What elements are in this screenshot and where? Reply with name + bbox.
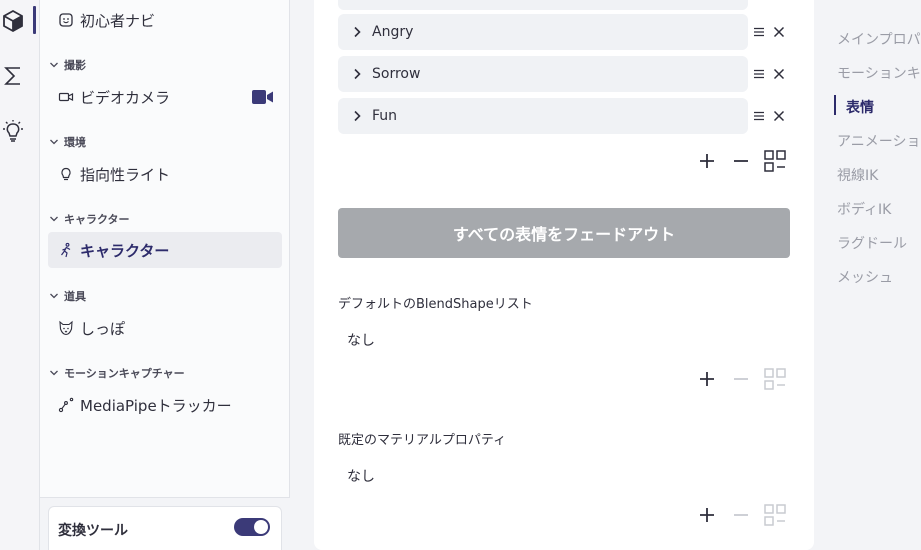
expression-name: Fun [372,108,398,124]
plus-icon [700,154,714,168]
person-running-icon [58,242,74,258]
tree-item-camera[interactable]: ビデオカメラ [48,79,282,115]
chevron-right-icon [354,26,361,38]
lightbulb-icon [58,166,74,182]
transform-tool-label: 変換ツール [58,523,128,539]
toc-item-expression[interactable]: 表情 [846,97,874,117]
group-shooting[interactable]: 撮影 [48,57,86,73]
group-mocap[interactable]: モーションキャプチャー [48,365,185,381]
chevron-down-icon [50,293,58,299]
tree-item-label: MediaPipeトラッカー [80,396,232,415]
drag-handle-icon[interactable] [751,24,767,40]
toc-active-indicator [834,95,836,115]
remove-material-button[interactable] [729,503,753,527]
cube-icon[interactable] [0,8,26,34]
tracker-nodes-icon [58,397,74,413]
group-label: 環境 [64,136,86,149]
grid-view-button[interactable] [763,149,787,173]
activity-rail [0,0,40,550]
toggle-knob [254,520,268,534]
camera-active-icon[interactable] [252,89,274,109]
tree-item-character[interactable]: キャラクター [48,232,282,268]
tree-item-label: 指向性ライト [80,165,171,184]
plus-icon [700,372,714,386]
toc-item-mesh[interactable]: メッシュ [837,267,893,287]
group-environment[interactable]: 環境 [48,134,86,150]
expression-row-partial[interactable] [338,0,748,10]
chevron-down-icon [50,216,58,222]
transform-tool-card: 変換ツール [48,506,282,550]
scene-tree: 初心者ナビ 撮影 ビデオカメラ 環境 指向性ライト キャラクター キャラクター [40,0,290,550]
expression-card: Angry Sorrow Fun すべての表情をフェードアウト デフォルトのBl… [314,0,814,550]
tree-item-label: 初心者ナビ [80,11,156,30]
group-character[interactable]: キャラクター [48,211,130,227]
transform-tool-toggle[interactable] [234,518,270,536]
grid-icon [764,150,786,172]
group-label: モーションキャプチャー [64,367,185,380]
tree-item-label: キャラクター [80,241,170,260]
minus-icon [734,160,748,162]
add-expression-button[interactable] [695,149,719,173]
expression-name: Sorrow [372,66,421,82]
blendshape-grid-button[interactable] [763,367,787,391]
toc-item-gaze-ik[interactable]: 視線IK [837,165,878,185]
group-props[interactable]: 道具 [48,288,86,304]
plus-icon [700,508,714,522]
animal-face-icon [58,320,74,336]
chevron-right-icon [354,110,361,122]
fade-out-all-expressions-button[interactable]: すべての表情をフェードアウト [338,208,790,258]
video-camera-icon [58,89,74,105]
chevron-right-icon [354,68,361,80]
minus-icon [734,514,748,516]
close-icon[interactable] [771,66,787,82]
drag-handle-icon[interactable] [751,66,767,82]
material-property-value: なし [347,469,375,485]
material-grid-button[interactable] [763,503,787,527]
chevron-down-icon [50,370,58,376]
group-label: 道具 [64,290,86,303]
toc-item-main-properties[interactable]: メインプロパティ [837,29,921,49]
toc-item-animation[interactable]: アニメーション [837,131,921,151]
tree-item-light[interactable]: 指向性ライト [48,156,282,192]
lightbulb-icon[interactable] [0,118,26,144]
remove-blendshape-button[interactable] [729,367,753,391]
add-material-button[interactable] [695,503,719,527]
tree-item-mediapipe[interactable]: MediaPipeトラッカー [48,387,282,423]
expression-name: Angry [372,24,414,40]
close-icon[interactable] [771,108,787,124]
expression-row-sorrow[interactable]: Sorrow [338,56,748,92]
chevron-down-icon [50,62,58,68]
expression-row-angry[interactable]: Angry [338,14,748,50]
tree-item-navi[interactable]: 初心者ナビ [48,2,282,38]
group-label: 撮影 [64,59,86,72]
group-label: キャラクター [64,213,130,226]
properties-panel: Angry Sorrow Fun すべての表情をフェードアウト デフォルトのBl… [290,0,830,550]
sigma-icon[interactable] [0,63,26,89]
smile-icon [58,12,74,28]
tree-bottom-panel: 変換ツール [40,497,290,550]
minus-icon [734,378,748,380]
tree-item-tail[interactable]: しっぽ [48,310,282,346]
grid-icon [764,504,786,526]
expression-row-fun[interactable]: Fun [338,98,748,134]
blendshape-list-value: なし [347,333,375,349]
tree-item-label: しっぽ [80,319,126,338]
drag-handle-icon[interactable] [751,108,767,124]
toc-item-motion-capture[interactable]: モーションキャプチャー [837,63,921,83]
toc-item-ragdoll[interactable]: ラグドール [837,233,907,253]
chevron-down-icon [50,139,58,145]
toc-item-body-ik[interactable]: ボディIK [837,199,891,219]
blendshape-list-label: デフォルトのBlendShapeリスト [338,297,533,312]
section-toc: メインプロパティ モーションキャプチャー 表情 アニメーション 視線IK ボディ… [830,0,921,550]
tree-item-label: ビデオカメラ [80,88,171,107]
grid-icon [764,368,786,390]
rail-active-indicator [33,6,36,34]
close-icon[interactable] [771,24,787,40]
remove-expression-button[interactable] [729,149,753,173]
material-property-label: 既定のマテリアルプロパティ [338,433,507,448]
add-blendshape-button[interactable] [695,367,719,391]
